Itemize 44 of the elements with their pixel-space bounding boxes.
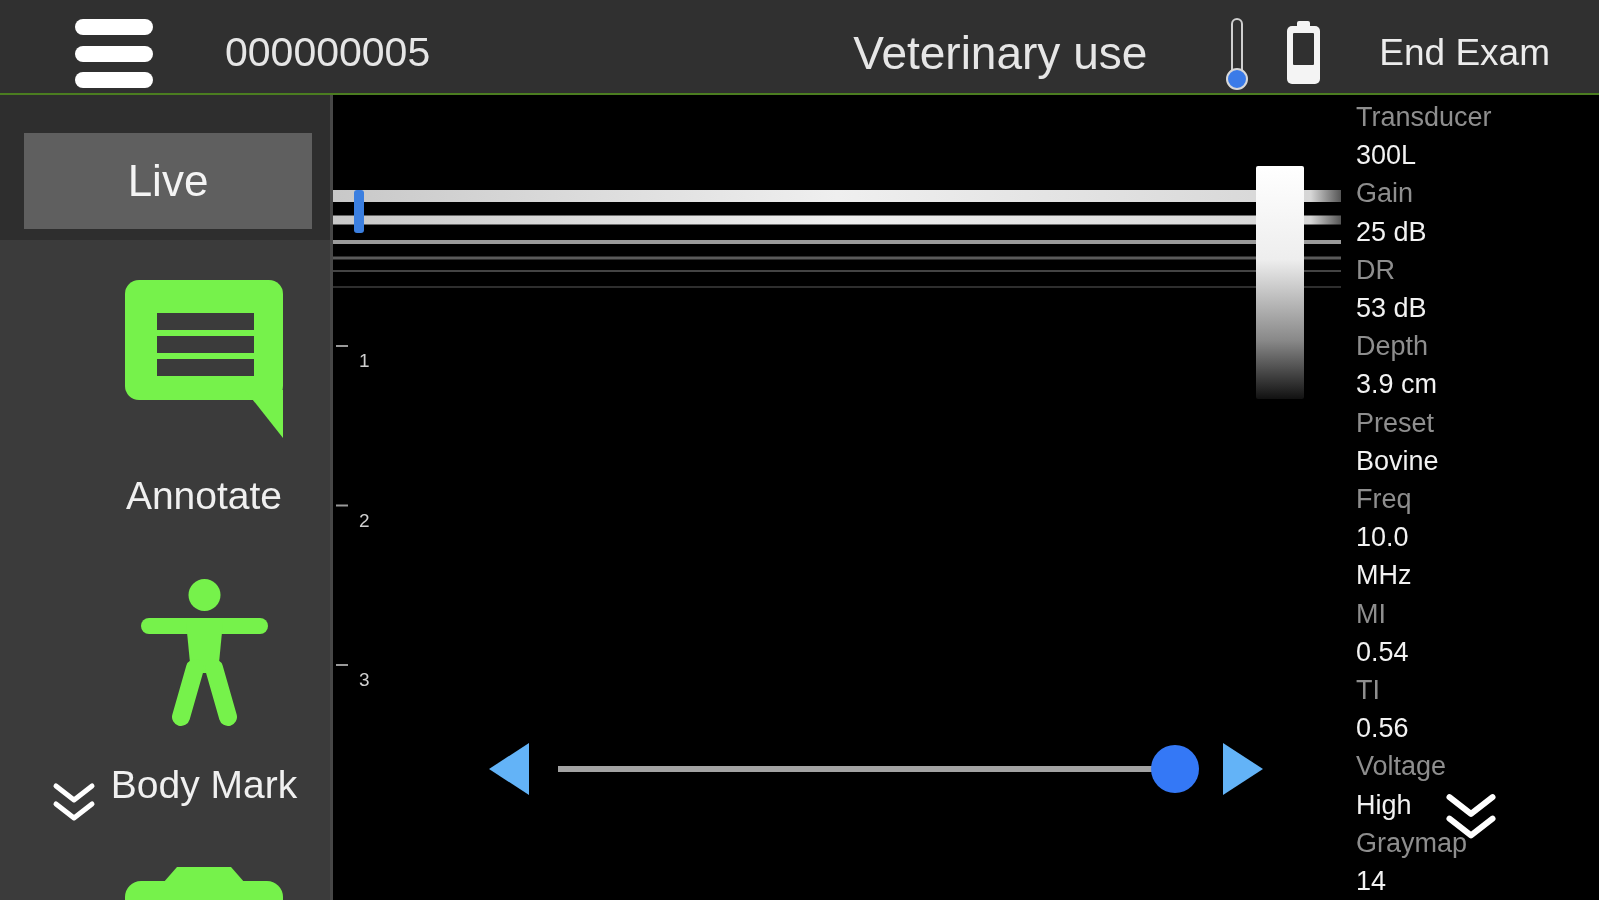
parameter-label: TI bbox=[1356, 674, 1380, 708]
human-figure-icon bbox=[140, 578, 268, 727]
parameter-label: Freq bbox=[1356, 483, 1412, 517]
mode-label: Veterinary use bbox=[853, 25, 1148, 80]
parameter-value: 25 dB bbox=[1356, 215, 1427, 249]
live-button[interactable]: Live bbox=[24, 133, 312, 229]
depth-label: 2 bbox=[359, 509, 370, 531]
parameter-label: Gain bbox=[1356, 177, 1414, 211]
parameter-value: MHz bbox=[1356, 559, 1412, 593]
exam-id: 000000005 bbox=[225, 29, 431, 76]
end-exam-button[interactable]: End Exam bbox=[1379, 31, 1550, 74]
parameter-label: DR bbox=[1356, 253, 1395, 287]
previous-frame-button[interactable] bbox=[489, 743, 529, 795]
parameter-value: Bovine bbox=[1356, 444, 1439, 478]
tool-button[interactable]: Annotate bbox=[125, 280, 283, 518]
right-triangle-icon bbox=[1223, 743, 1263, 795]
parameter-label: Transducer bbox=[1356, 101, 1492, 134]
slider-thumb[interactable] bbox=[1151, 745, 1199, 793]
camera-icon bbox=[125, 867, 283, 900]
parameter-value: High bbox=[1356, 788, 1412, 822]
menu-button[interactable] bbox=[75, 17, 153, 88]
parameter-value: 0.54 bbox=[1356, 635, 1409, 669]
parameter-value: 53 dB bbox=[1356, 292, 1427, 325]
parameter-label: Depth bbox=[1356, 330, 1429, 364]
menu-icon bbox=[75, 17, 153, 88]
depth-label: 3 bbox=[359, 669, 370, 690]
parameter-label: Preset bbox=[1356, 406, 1435, 440]
depth-label: 1 bbox=[359, 350, 370, 371]
parameter-value: 0.56 bbox=[1356, 712, 1409, 746]
parameter-label: Graymap bbox=[1356, 826, 1468, 860]
parameter-value: 3.9 cm bbox=[1356, 368, 1438, 402]
left-triangle-icon bbox=[489, 743, 529, 795]
parameter-label: MI bbox=[1356, 597, 1386, 631]
parameter-value: 10.0 bbox=[1356, 521, 1409, 555]
tool-button[interactable]: Body Mark bbox=[110, 578, 298, 807]
next-frame-button[interactable] bbox=[1223, 743, 1263, 795]
parameter-label: Voltage bbox=[1356, 750, 1447, 784]
speech-bubble-icon bbox=[125, 280, 283, 438]
tool-button[interactable] bbox=[125, 867, 283, 900]
parameter-value: 300L bbox=[1356, 139, 1417, 173]
thermometer-icon bbox=[1225, 15, 1250, 90]
focus-marker[interactable] bbox=[354, 190, 364, 233]
battery-icon bbox=[1287, 21, 1321, 84]
parameter-value: 14 bbox=[1356, 865, 1387, 899]
